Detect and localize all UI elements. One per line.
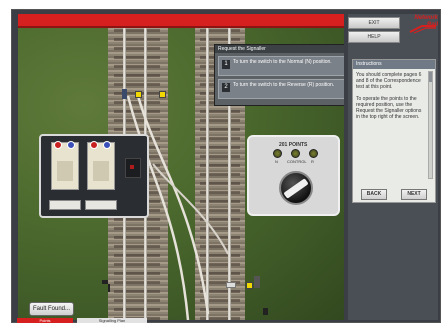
- instructions-title: Instructions: [353, 60, 435, 69]
- option-text: To turn the switch to the Normal (N) pos…: [233, 59, 332, 65]
- option-number: 1: [222, 60, 230, 69]
- tab-points[interactable]: Points: [17, 318, 73, 323]
- lamp-n-label: N: [275, 159, 278, 164]
- ground-marker: [108, 284, 110, 292]
- point-marker[interactable]: [159, 91, 166, 98]
- signal-label-plate: [85, 200, 117, 210]
- tab-signalling-plan[interactable]: Signalling Plan: [77, 318, 147, 323]
- instructions-text: You should complete pages 6 and 8 of the…: [356, 72, 422, 90]
- lamp-control-label: CONTROL: [287, 159, 307, 164]
- lamp-housing: [93, 161, 109, 181]
- signal-indicator-panel: [39, 134, 149, 218]
- signal-label-plate: [49, 200, 81, 210]
- back-button[interactable]: BACK: [361, 189, 387, 200]
- network-rail-logo-icon: [409, 25, 436, 34]
- lamp-control-icon: [291, 149, 300, 158]
- signal-box: [125, 158, 141, 178]
- switch-blade[interactable]: [226, 282, 236, 288]
- side-panel: EXIT HELP Network Rail Instructions You …: [348, 14, 438, 320]
- instructions-text: To operate the points to the required po…: [356, 96, 422, 120]
- request-signaller-title: Request the Signaller: [215, 45, 344, 53]
- track-scene: Request the Signaller 1 To turn the swit…: [18, 14, 344, 320]
- points-switch-knob[interactable]: [279, 171, 313, 205]
- request-signaller-panel: Request the Signaller 1 To turn the swit…: [214, 44, 344, 106]
- application-frame: Request the Signaller 1 To turn the swit…: [11, 9, 441, 323]
- ground-marker: [263, 308, 268, 315]
- lamp-r-label: R: [311, 159, 314, 164]
- instructions-panel: Instructions You should complete pages 6…: [352, 59, 436, 203]
- bottom-tab-bar: Points Signalling Plan: [17, 318, 187, 323]
- option-number: 2: [222, 83, 230, 92]
- help-button[interactable]: HELP: [348, 31, 400, 43]
- red-lamp-icon: [90, 141, 98, 149]
- next-button[interactable]: NEXT: [401, 189, 427, 200]
- lamp-r-icon: [309, 149, 318, 158]
- fault-found-button[interactable]: Fault Found...: [29, 302, 74, 316]
- lamp-housing: [57, 161, 73, 181]
- signaller-option-reverse[interactable]: 2 To turn the switch to the Reverse (R) …: [218, 79, 344, 99]
- option-text: To turn the switch to the Reverse (R) po…: [233, 82, 335, 88]
- points-title: 201 POINTS: [279, 142, 308, 148]
- signal-lamp-plate: [51, 141, 79, 190]
- blue-lamp-icon: [103, 141, 111, 149]
- instructions-scrollbar[interactable]: [428, 71, 433, 179]
- red-lamp-icon: [54, 141, 62, 149]
- point-machine[interactable]: [254, 276, 260, 288]
- lamp-n-icon: [273, 149, 282, 158]
- exit-button[interactable]: EXIT: [348, 17, 400, 29]
- signal-post[interactable]: [122, 89, 127, 99]
- point-marker[interactable]: [135, 91, 142, 98]
- signaller-option-normal[interactable]: 1 To turn the switch to the Normal (N) p…: [218, 56, 344, 76]
- points-control-panel: 201 POINTS N CONTROL R: [247, 135, 340, 216]
- blue-lamp-icon: [67, 141, 75, 149]
- signal-lamp-plate: [87, 141, 115, 190]
- point-marker[interactable]: [246, 282, 253, 289]
